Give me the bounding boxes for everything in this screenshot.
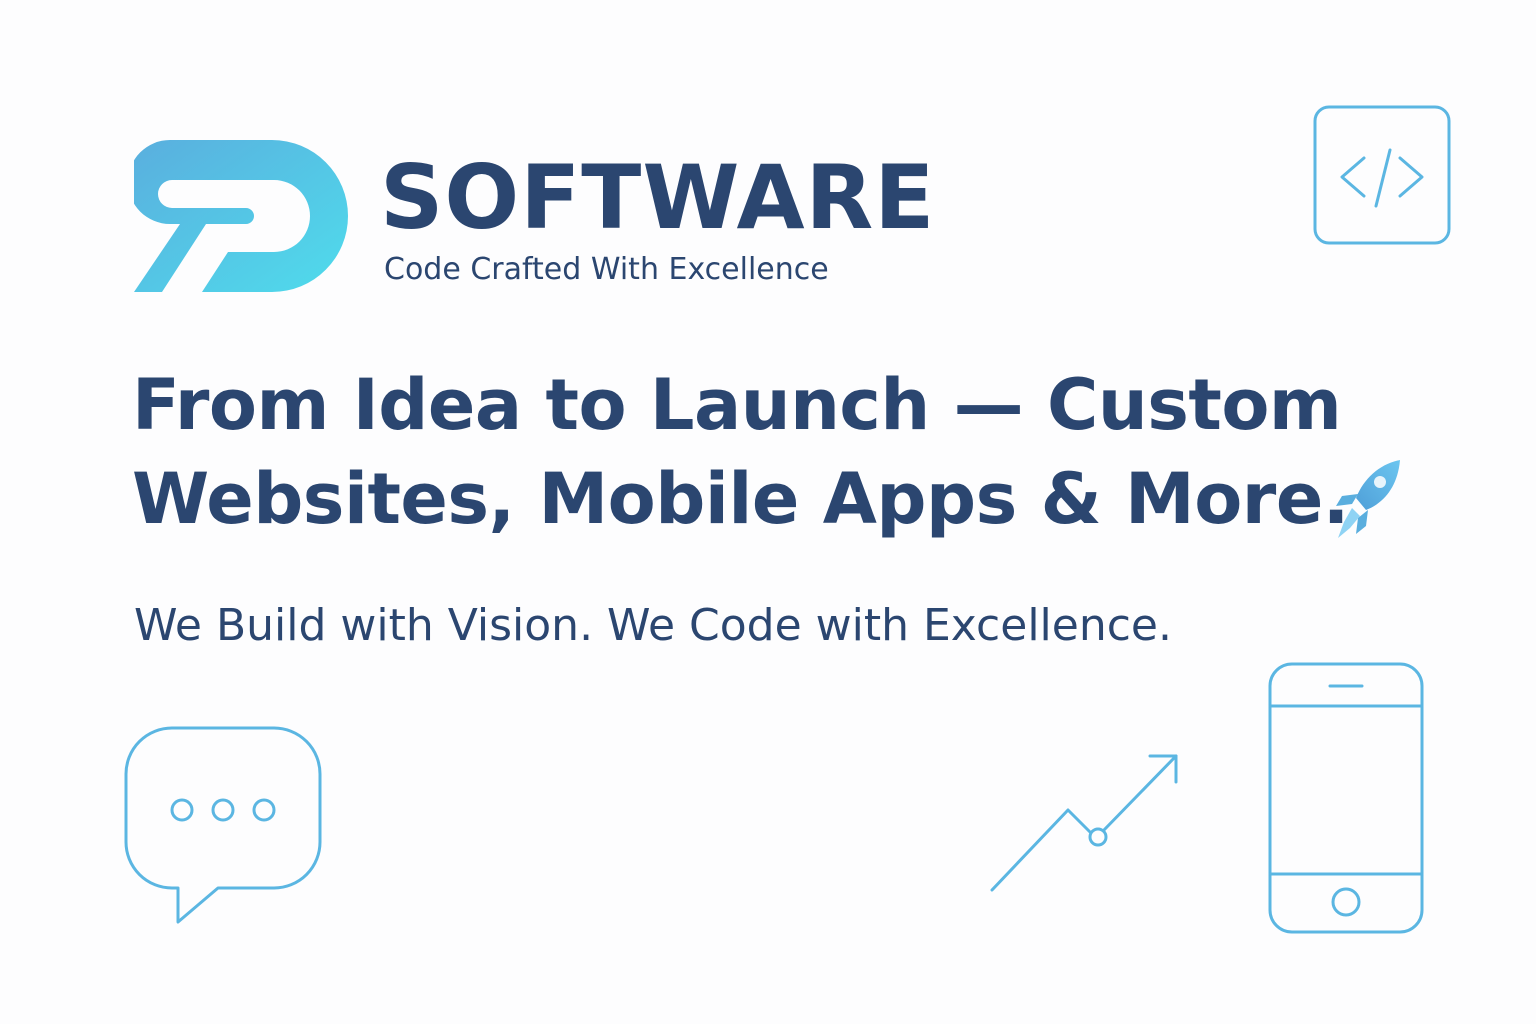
- code-icon: [1313, 105, 1451, 245]
- rocket-icon: [1336, 460, 1400, 538]
- brand-tagline: Code Crafted With Excellence: [384, 252, 829, 287]
- brand-name: SOFTWARE: [380, 146, 936, 249]
- chat-bubble-icon: [124, 726, 322, 924]
- sp-monogram-logo: [134, 140, 348, 292]
- smartphone-icon: [1268, 662, 1424, 934]
- hero-subheadline: We Build with Vision. We Code with Excel…: [134, 600, 1172, 651]
- hero-headline: From Idea to Launch — Custom Websites, M…: [132, 358, 1432, 546]
- trend-arrow-icon: [990, 754, 1178, 892]
- page: SOFTWARE Code Crafted With Excellence Fr…: [0, 0, 1536, 1024]
- hero-headline-line-1: From Idea to Launch — Custom: [132, 364, 1342, 446]
- hero-headline-line-2: Websites, Mobile Apps & More.: [132, 458, 1349, 540]
